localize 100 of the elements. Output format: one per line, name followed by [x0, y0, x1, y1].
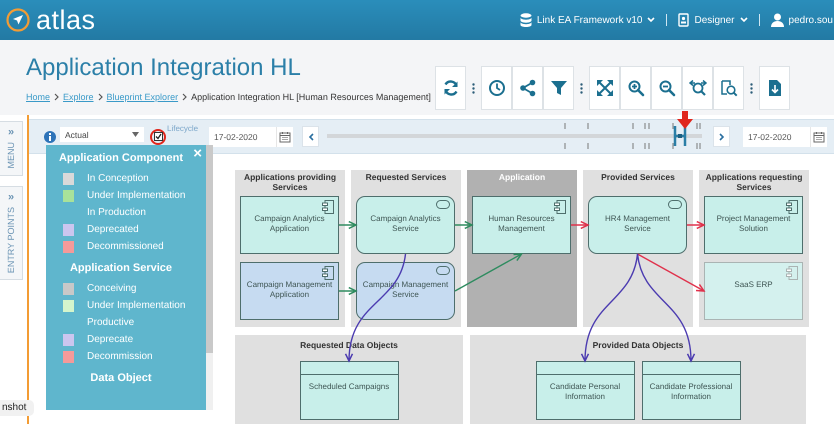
calendar-button[interactable] [276, 126, 293, 146]
node-label: SaaS ERP [733, 280, 774, 290]
filter-button[interactable] [543, 66, 574, 110]
start-date-field[interactable]: 17-02-2020 [209, 126, 276, 146]
tooltip: nshot [0, 400, 34, 416]
expand-icon [596, 79, 614, 97]
chevron-left-icon [308, 132, 314, 140]
letter-i-icon [48, 132, 52, 140]
component-icon [322, 200, 334, 214]
legend-heading: Data Object [89, 372, 153, 384]
legend-label: Under Implementation [87, 300, 186, 311]
component-icon [786, 266, 798, 280]
zoom-fit-icon [720, 79, 738, 97]
expand-button[interactable] [589, 66, 620, 110]
node-label: Candidate Personal Information [548, 382, 622, 403]
logo-text: atlas [36, 4, 96, 36]
refresh-button[interactable] [435, 66, 466, 110]
component-node[interactable]: Campaign Management Application [240, 262, 339, 320]
legend-heading: Application Service [68, 262, 174, 274]
component-node[interactable]: Human Resources Management [472, 196, 571, 254]
previous-button[interactable] [302, 126, 319, 147]
node-label: Campaign Management Application [246, 280, 334, 301]
legend-label: Productive [87, 317, 134, 328]
chevron-right-icon [182, 93, 188, 101]
service-icon [436, 266, 450, 275]
lane-title: Applications providing Services [242, 173, 338, 193]
flow-arrow [455, 220, 474, 230]
legend-label: Decommissioned [87, 241, 164, 252]
component-node[interactable]: SaaS ERP [704, 262, 803, 320]
flow-arrow [571, 220, 590, 230]
more-icon[interactable] [750, 82, 753, 94]
zoom-out-button[interactable] [651, 66, 682, 110]
annotation-arrow-icon [677, 111, 693, 129]
legend-heading: Application Component [58, 152, 184, 164]
check-icon [154, 133, 162, 140]
page-title: Application Integration HL [26, 54, 302, 82]
calendar-icon [813, 130, 825, 142]
legend-label: In Production [87, 207, 146, 218]
chevron-right-icon [54, 93, 60, 101]
service-node[interactable]: Campaign Analytics Service [356, 196, 455, 254]
calendar-button[interactable] [810, 126, 827, 146]
lane-title: Provided Data Objects [592, 341, 684, 351]
node-label: Campaign Analytics Application [253, 214, 326, 235]
chevron-right-icon [718, 132, 724, 140]
share-button[interactable] [512, 66, 543, 110]
flow-arrow [687, 220, 706, 230]
history-icon [488, 79, 506, 97]
service-icon [436, 200, 450, 209]
more-icon[interactable] [580, 82, 583, 94]
repository-label[interactable]: Link EA Framework v10 [536, 14, 642, 26]
lifecycle-checkbox[interactable] [154, 132, 162, 141]
share-icon [518, 79, 536, 97]
legend-label: In Conception [87, 173, 149, 184]
lifecycle-label: Lifecycle [167, 124, 200, 133]
component-icon [554, 200, 566, 214]
badge-icon [678, 13, 690, 27]
chevron-down-icon [740, 17, 748, 23]
zoom-out-icon [658, 79, 676, 97]
node-label: Scheduled Campaigns [308, 382, 390, 392]
next-button[interactable] [713, 126, 730, 147]
fit-view-icon [688, 79, 706, 97]
flow-arrow [339, 220, 358, 230]
legend-label: Deprecate [87, 334, 134, 345]
info-icon[interactable] [44, 130, 56, 142]
node-label: Project Management Solution [716, 214, 792, 235]
history-button[interactable] [481, 66, 512, 110]
database-icon [520, 13, 532, 27]
handle-icon [673, 125, 688, 147]
lane-title: Application [498, 173, 546, 183]
refresh-icon [442, 79, 460, 97]
legend-label: Deprecated [87, 224, 139, 235]
component-node[interactable]: Campaign Analytics Application [240, 196, 339, 254]
fit-view-button[interactable] [682, 66, 713, 110]
data-object-node[interactable]: Candidate Professional Information [642, 361, 740, 420]
component-icon [322, 266, 334, 280]
data-object-node[interactable]: Candidate Personal Information [536, 361, 634, 420]
legend-label: Conceiving [87, 283, 136, 294]
data-object-node[interactable]: Scheduled Campaigns [300, 361, 398, 420]
user-name[interactable]: pedro.sou [788, 14, 833, 26]
role-label[interactable]: Designer [694, 14, 735, 26]
chevron-down-icon [647, 17, 656, 23]
scrollbar[interactable] [206, 145, 213, 410]
legend-label: Decommission [87, 351, 153, 362]
zoom-in-icon [626, 79, 644, 97]
download-button[interactable] [759, 66, 790, 110]
timeline-handle[interactable] [673, 125, 688, 147]
zoom-fit-button[interactable] [713, 66, 744, 110]
more-icon[interactable] [472, 82, 475, 94]
caret-icon [132, 132, 139, 137]
lane-title: Provided Services [600, 173, 676, 183]
service-node[interactable]: HR4 Management Service [588, 196, 687, 254]
component-icon [786, 200, 798, 214]
view-select[interactable]: Actual [60, 127, 144, 142]
zoom-in-button[interactable] [620, 66, 651, 110]
node-label: HR4 Management Service [604, 214, 671, 235]
component-node[interactable]: Project Management Solution [704, 196, 803, 254]
service-icon [668, 200, 682, 209]
lane-title: Requested Services [364, 173, 448, 183]
end-date-field[interactable]: 17-02-2020 [743, 126, 810, 146]
node-label: Candidate Professional Information [648, 382, 734, 403]
